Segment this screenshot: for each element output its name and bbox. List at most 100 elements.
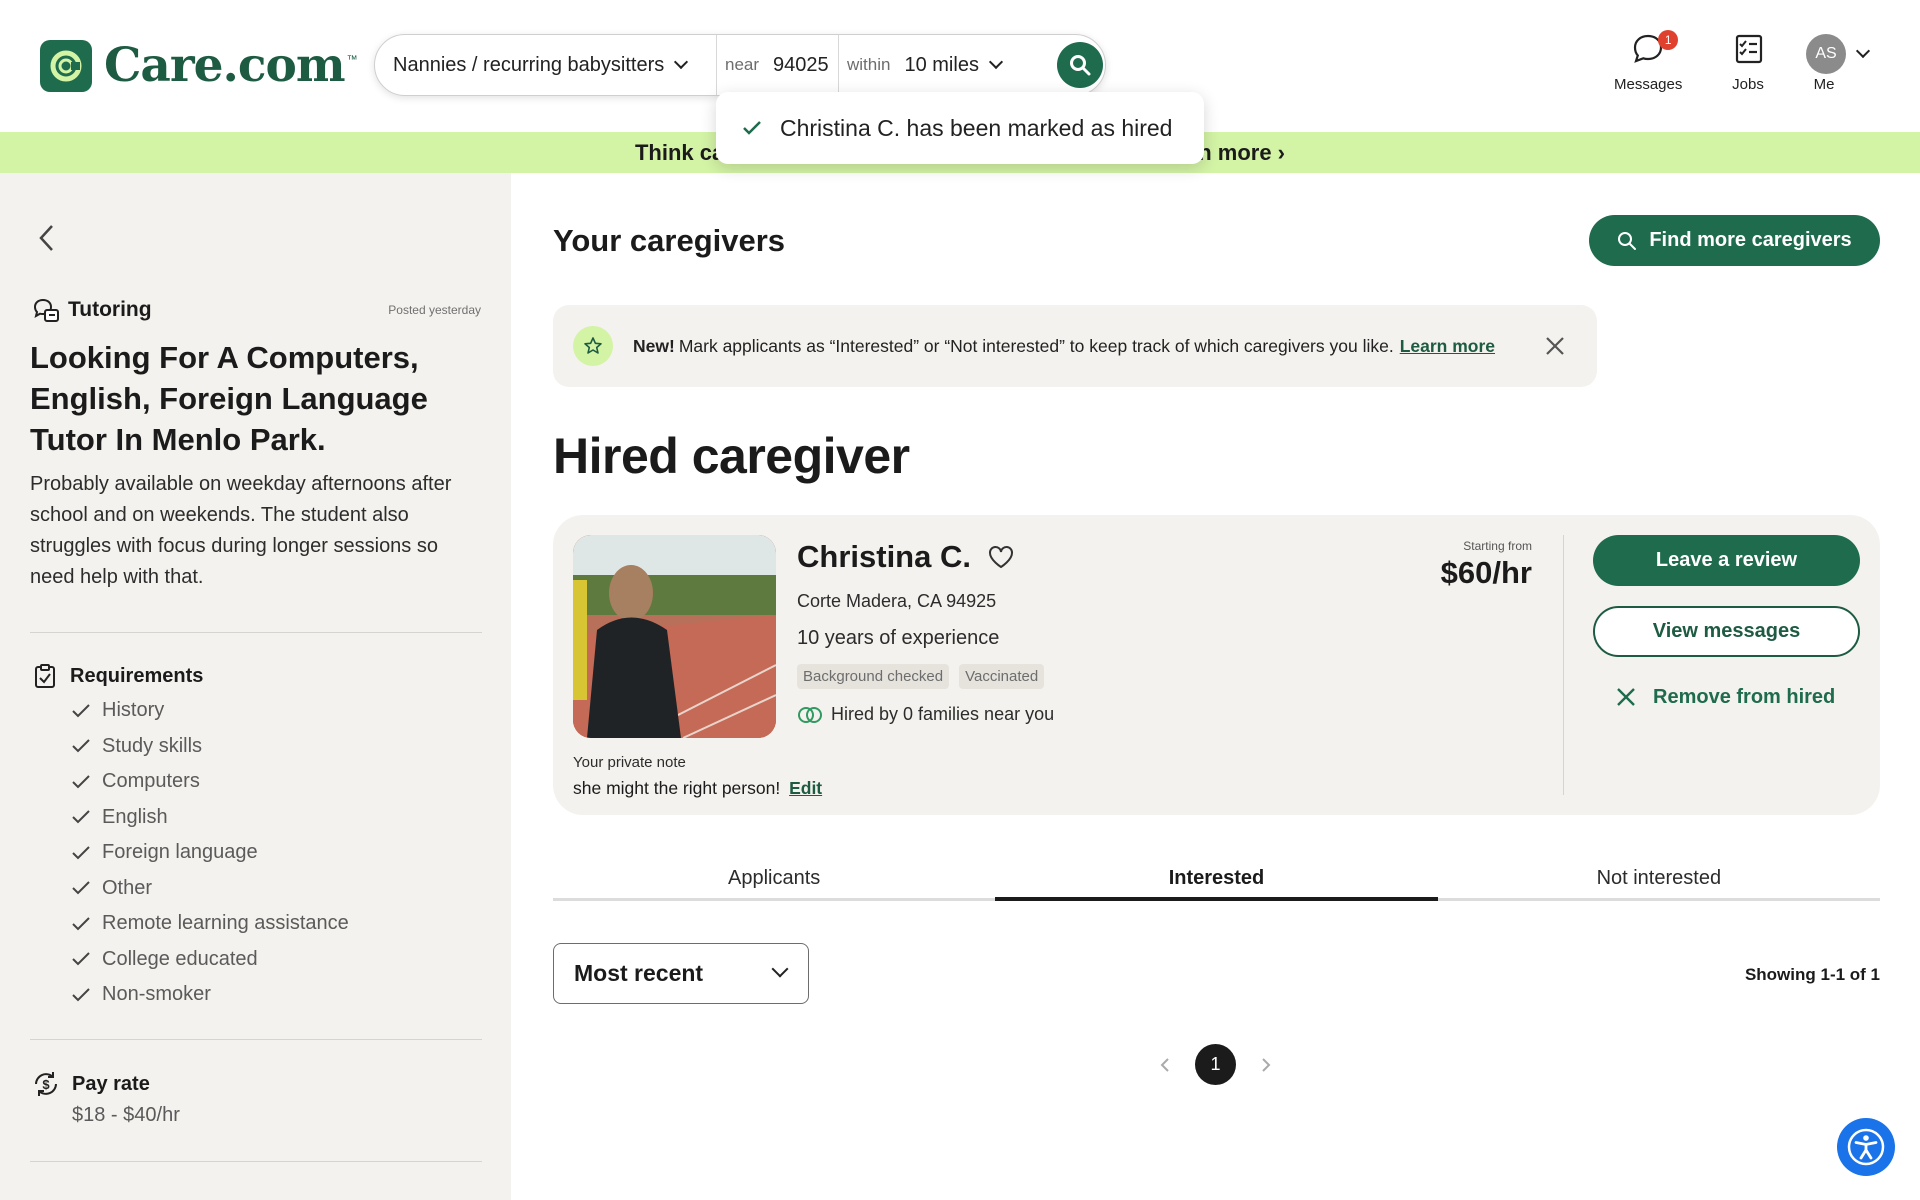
posted-date: Posted yesterday <box>388 303 481 317</box>
requirement-item: English <box>72 800 349 836</box>
nav-messages[interactable]: 1 Messages <box>1614 30 1683 93</box>
svg-text:$: $ <box>42 1077 50 1092</box>
pagination: 1 <box>1159 1044 1272 1085</box>
hired-by-text: Hired by 0 families near you <box>831 704 1055 724</box>
requirement-item: Remote learning assistance <box>72 906 349 942</box>
service-value: Nannies / recurring babysitters <box>393 53 665 76</box>
check-icon <box>72 739 90 753</box>
tab-interested[interactable]: Interested <box>995 859 1438 901</box>
caregiver-tabs: Applicants Interested Not interested <box>553 859 1880 901</box>
job-category-label: Tutoring <box>68 298 152 321</box>
back-button[interactable] <box>38 223 56 258</box>
requirement-item: Non-smoker <box>72 977 349 1013</box>
pay-rate-title: Pay rate <box>72 1072 150 1095</box>
private-note-text: she might the right person! <box>573 778 781 798</box>
requirement-item: History <box>72 693 349 729</box>
check-icon <box>72 810 90 824</box>
near-label: near <box>725 55 760 74</box>
care-logo[interactable]: Care.com ™ <box>40 38 358 93</box>
distance-select[interactable]: within 10 miles <box>839 35 1049 95</box>
chevron-right-icon[interactable] <box>1260 1057 1272 1073</box>
chevron-down-icon <box>1855 43 1871 59</box>
promo-text-left: Think ca <box>634 139 725 165</box>
check-icon <box>72 952 90 966</box>
find-more-caregivers-button[interactable]: Find more caregivers <box>1589 215 1880 266</box>
tab-applicants[interactable]: Applicants <box>553 859 995 898</box>
divider <box>30 1161 482 1162</box>
requirement-item: Study skills <box>72 729 349 765</box>
heart-icon[interactable] <box>987 544 1015 570</box>
pay-rate-value: $18 - $40/hr <box>72 1104 180 1126</box>
job-category: Tutoring <box>32 297 152 323</box>
zip-field[interactable]: near 94025 <box>717 35 839 95</box>
star-badge <box>573 326 613 366</box>
check-icon <box>72 846 90 860</box>
tag-vaccinated: Vaccinated <box>959 664 1045 689</box>
requirements-title: Requirements <box>70 664 204 687</box>
private-note: she might the right person! Edit <box>573 778 822 799</box>
accessibility-button[interactable] <box>1837 1118 1895 1176</box>
hired-caregiver-heading: Hired caregiver <box>553 428 910 484</box>
divider <box>30 632 482 633</box>
caregiver-experience: 10 years of experience <box>797 627 1000 649</box>
divider <box>30 1039 482 1040</box>
caregiver-name[interactable]: Christina C. <box>797 539 971 575</box>
caregiver-card: Christina C. Corte Madera, CA 94925 10 y… <box>553 515 1880 815</box>
hired-toast: Christina C. has been marked as hired <box>716 92 1204 164</box>
requirements-heading: Requirements <box>32 663 203 689</box>
hired-by-row: Hired by 0 families near you <box>797 704 1054 725</box>
results-count: Showing 1-1 of 1 <box>1744 965 1880 984</box>
learn-more-link[interactable]: Learn more <box>1400 336 1495 357</box>
tutoring-icon <box>33 298 59 322</box>
requirement-item: Other <box>72 871 349 907</box>
check-icon <box>72 881 90 895</box>
logo-trademark: ™ <box>346 54 358 66</box>
find-more-label: Find more caregivers <box>1649 229 1852 251</box>
requirement-item: Foreign language <box>72 835 349 871</box>
distance-value: 10 miles <box>904 53 979 76</box>
within-label: within <box>847 55 891 74</box>
me-label: Me <box>1813 76 1835 93</box>
avatar: AS <box>1806 34 1846 74</box>
sort-select[interactable]: Most recent <box>553 943 809 1004</box>
chevron-down-icon <box>674 54 689 70</box>
sort-value: Most recent <box>574 960 704 986</box>
tag-background-checked: Background checked <box>797 664 950 689</box>
jobs-icon <box>1735 34 1763 64</box>
messages-badge: 1 <box>1658 30 1679 50</box>
remove-from-hired-button[interactable]: Remove from hired <box>1615 675 1835 719</box>
check-icon <box>72 917 90 931</box>
linked-rings-icon <box>798 706 822 723</box>
view-messages-button[interactable]: View messages <box>1593 606 1860 657</box>
private-note-label: Your private note <box>573 754 686 771</box>
job-description: Probably available on weekday afternoons… <box>30 473 452 588</box>
chevron-left-icon <box>39 225 53 251</box>
caregiver-tags: Background checked Vaccinated <box>797 664 1054 689</box>
jobs-label: Jobs <box>1732 76 1764 93</box>
messages-label: Messages <box>1614 76 1683 93</box>
edit-note-link[interactable]: Edit <box>789 778 822 798</box>
chevron-down-icon <box>771 960 789 978</box>
chevron-down-icon <box>988 54 1004 70</box>
accessibility-icon <box>1847 1128 1885 1166</box>
caregiver-rate: $60/hr <box>1440 555 1532 590</box>
close-icon <box>1546 337 1564 355</box>
chevron-left-icon[interactable] <box>1159 1057 1171 1073</box>
page-number-current[interactable]: 1 <box>1195 1044 1236 1085</box>
check-icon <box>72 775 90 789</box>
money-cycle-icon: $ <box>35 1072 57 1096</box>
job-title: Looking For A Computers, English, Foreig… <box>30 340 428 457</box>
job-sidebar: Tutoring Posted yesterday Looking For A … <box>0 173 511 1200</box>
search-button[interactable] <box>1057 42 1103 88</box>
check-icon <box>72 988 90 1002</box>
check-icon <box>72 704 90 718</box>
logo-text: Care.com <box>104 38 346 93</box>
service-select[interactable]: Nannies / recurring babysitters <box>375 35 717 95</box>
nav-me[interactable]: AS Me <box>1806 32 1871 93</box>
caregiver-photo[interactable] <box>573 535 776 738</box>
tab-not-interested[interactable]: Not interested <box>1438 859 1880 898</box>
leave-review-button[interactable]: Leave a review <box>1593 535 1860 586</box>
close-notice-button[interactable] <box>1543 334 1567 363</box>
nav-jobs[interactable]: Jobs <box>1722 32 1774 93</box>
logo-icon <box>40 39 92 92</box>
